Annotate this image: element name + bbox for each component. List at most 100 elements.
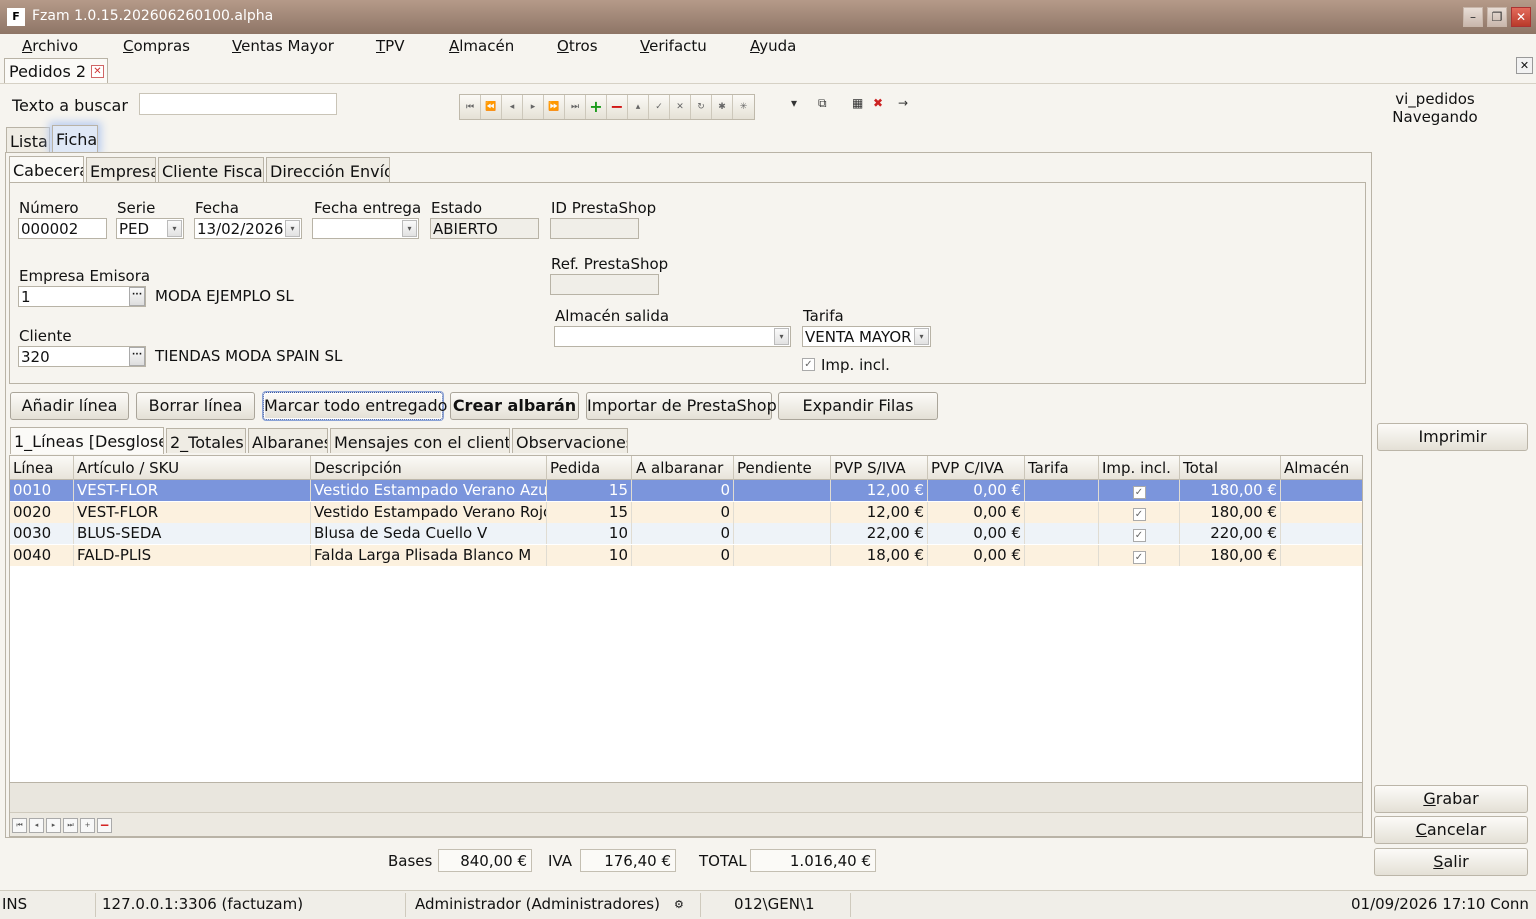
menu-verifactu[interactable]: Verifactu	[640, 37, 707, 55]
table-row[interactable]: 0010 VEST-FLOR Vestido Estampado Verano Az…	[10, 480, 1362, 501]
maximize-icon[interactable]: ❐	[1487, 7, 1507, 27]
table-cell[interactable]: 10	[547, 523, 632, 544]
browse-empresa-icon[interactable]: ···	[129, 287, 145, 306]
arrow-icon[interactable]: →	[898, 96, 908, 110]
table-cell[interactable]: 15	[547, 501, 632, 523]
expand-rows-button[interactable]: Expandir Filas	[778, 392, 938, 420]
table-cell[interactable]: 0020	[10, 501, 74, 523]
table-cell[interactable]: 0	[632, 480, 734, 501]
table-cell[interactable]: 12,00 €	[831, 480, 928, 501]
table-cell[interactable]: Vestido Estampado Verano Rojo	[311, 501, 547, 523]
tab-close-icon[interactable]: ✕	[91, 65, 104, 78]
table-cell[interactable]: VEST-FLOR	[74, 501, 311, 523]
table-cell[interactable]	[1025, 480, 1099, 501]
last-icon[interactable]: ⏭	[565, 95, 586, 119]
table-cell[interactable]	[734, 480, 831, 501]
print-button[interactable]: Imprimir	[1377, 423, 1528, 451]
tab-cliente-fiscal[interactable]: Cliente Fiscal	[158, 157, 264, 182]
settings-icon[interactable]: ⚙	[674, 898, 684, 911]
grid-last-icon[interactable]: ⏭	[63, 818, 78, 833]
minimize-icon[interactable]: –	[1463, 7, 1483, 27]
star-icon[interactable]: ✱	[712, 95, 733, 119]
menu-compras[interactable]: Compras	[123, 37, 190, 55]
tab-direccion-envio[interactable]: Dirección Envío	[266, 157, 390, 182]
grid-remove-icon[interactable]: −	[97, 818, 112, 833]
column-header[interactable]: Pedida	[547, 456, 632, 480]
chevron-down-icon[interactable]: ▾	[914, 328, 929, 345]
import-prestashop-button[interactable]: Importar de PrestaShop	[586, 392, 777, 420]
dropdown-arrow-icon[interactable]: ▾	[791, 96, 797, 110]
column-header[interactable]: Tarifa	[1025, 456, 1099, 480]
cliente-field[interactable]: 320	[18, 346, 146, 367]
table-cell[interactable]	[1281, 545, 1362, 566]
column-header[interactable]: PVP C/IVA	[928, 456, 1025, 480]
column-header[interactable]: Almacén	[1281, 456, 1362, 480]
menu-ayuda[interactable]: Ayuda	[750, 37, 796, 55]
table-cell[interactable]: 22,00 €	[831, 523, 928, 544]
copy-icon[interactable]: ⧉	[818, 96, 827, 111]
menu-ventas-mayor[interactable]: Ventas Mayor	[232, 37, 334, 55]
up-icon[interactable]: ▴	[628, 95, 649, 119]
chevron-down-icon[interactable]: ▾	[167, 220, 182, 237]
menu-otros[interactable]: Otros	[557, 37, 598, 55]
numero-field[interactable]: 000002	[18, 218, 107, 239]
table-cell[interactable]: 0040	[10, 544, 74, 566]
table-cell[interactable]: 0,00 €	[928, 501, 1025, 523]
table-cell[interactable]: 0	[632, 523, 734, 544]
table-cell[interactable]: BLUS-SEDA	[74, 523, 311, 544]
exit-button[interactable]: Salir	[1374, 848, 1528, 876]
column-header[interactable]: Total	[1180, 456, 1281, 480]
column-header[interactable]: Pendiente	[734, 456, 831, 480]
table-cell[interactable]: 10	[547, 544, 632, 566]
tab-albaranes[interactable]: Albaranes	[248, 428, 328, 453]
delete-filter-icon[interactable]: ✖	[873, 96, 883, 110]
close-icon[interactable]: ✕	[1511, 7, 1531, 27]
table-cell[interactable]: 0,00 €	[928, 544, 1025, 566]
confirm-icon[interactable]: ✓	[649, 95, 670, 119]
save-button[interactable]: Grabar	[1374, 785, 1528, 813]
tab-totales[interactable]: 2_Totales	[166, 428, 246, 453]
imp-incl-cell[interactable]: ✓	[1099, 501, 1180, 523]
table-cell[interactable]: 0,00 €	[928, 523, 1025, 544]
imp-incl-cell[interactable]: ✓	[1099, 480, 1180, 501]
table-cell[interactable]	[1025, 501, 1099, 523]
create-delivery-note-button[interactable]: Crear albarán	[450, 392, 579, 420]
table-cell[interactable]: 180,00 €	[1180, 480, 1281, 501]
table-cell[interactable]: VEST-FLOR	[74, 480, 311, 501]
table-cell[interactable]: 0010	[10, 480, 74, 501]
table-cell[interactable]	[1281, 480, 1362, 501]
table-cell[interactable]: 220,00 €	[1180, 523, 1281, 544]
delete-line-button[interactable]: Borrar línea	[136, 392, 255, 420]
first-icon[interactable]: ⏮	[460, 95, 481, 119]
table-cell[interactable]	[1281, 502, 1362, 523]
tarifa-select[interactable]: VENTA MAYOR	[802, 326, 931, 347]
next-page-icon[interactable]: ⏩	[544, 95, 565, 119]
table-cell[interactable]: 15	[547, 480, 632, 501]
refresh-icon[interactable]: ↻	[691, 95, 712, 119]
checkbox-icon[interactable]: ✓	[1132, 507, 1146, 521]
column-header[interactable]: Descripción	[311, 456, 547, 480]
tab-empresa[interactable]: Empresa	[86, 157, 156, 182]
grid-first-icon[interactable]: ⏮	[12, 818, 27, 833]
checkbox-icon[interactable]: ✓	[1132, 550, 1146, 564]
tab-ficha[interactable]: Ficha	[52, 125, 98, 152]
table-cell[interactable]	[1281, 523, 1362, 544]
add-icon[interactable]: +	[586, 95, 607, 119]
mark-all-delivered-button[interactable]: Marcar todo entregado	[263, 392, 447, 420]
table-cell[interactable]: Falda Larga Plisada Blanco M	[311, 544, 547, 566]
grid-next-icon[interactable]: ▸	[46, 818, 61, 833]
checkbox-icon[interactable]: ✓	[1132, 529, 1146, 542]
table-row[interactable]: 0020 VEST-FLOR Vestido Estampado Verano Ro…	[10, 501, 1362, 523]
tab-mensajes[interactable]: Mensajes con el cliente	[330, 428, 510, 453]
column-header[interactable]: Artículo / SKU	[74, 456, 311, 480]
table-row[interactable]: 0040 FALD-PLIS Falda Larga Plisada Blanco …	[10, 544, 1362, 566]
menu-tpv[interactable]: TPV	[376, 37, 404, 55]
tab-lineas[interactable]: 1_Líneas [Desglose]	[10, 427, 164, 454]
table-cell[interactable]: 18,00 €	[831, 544, 928, 566]
imp-incl-cell[interactable]: ✓	[1099, 523, 1180, 544]
almacen-select[interactable]	[554, 326, 791, 347]
table-cell[interactable]: FALD-PLIS	[74, 544, 311, 566]
table-cell[interactable]	[734, 501, 831, 523]
table-cell[interactable]: 0,00 €	[928, 480, 1025, 501]
grid-add-icon[interactable]: +	[80, 818, 95, 833]
